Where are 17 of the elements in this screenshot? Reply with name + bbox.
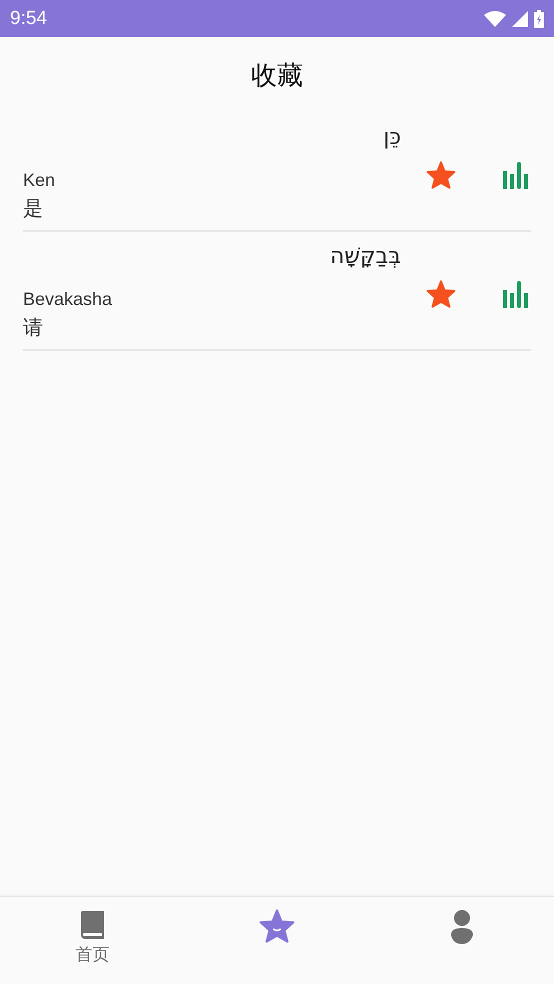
translation-text: 请 — [23, 314, 44, 340]
hebrew-word: בְּבַקָּשָׁה — [330, 244, 401, 269]
favorite-star-icon[interactable] — [426, 280, 456, 308]
audio-bars-icon[interactable] — [502, 280, 530, 308]
page-title: 收藏 — [251, 60, 303, 92]
hebrew-word: כֵּן — [383, 125, 401, 150]
signal-icon — [512, 10, 528, 26]
transliteration-text: Ken — [23, 168, 56, 192]
nav-tab[interactable]: 首页 — [0, 897, 185, 984]
wifi-icon — [484, 10, 506, 26]
status-time: 9:54 — [10, 8, 47, 30]
translation-text: 是 — [23, 194, 44, 222]
audio-bars-icon[interactable] — [502, 160, 530, 188]
transliteration-text: Bevakasha — [23, 288, 114, 310]
battery-icon — [534, 10, 544, 28]
favorite-star-icon[interactable] — [426, 160, 456, 188]
star-icon — [259, 909, 295, 943]
